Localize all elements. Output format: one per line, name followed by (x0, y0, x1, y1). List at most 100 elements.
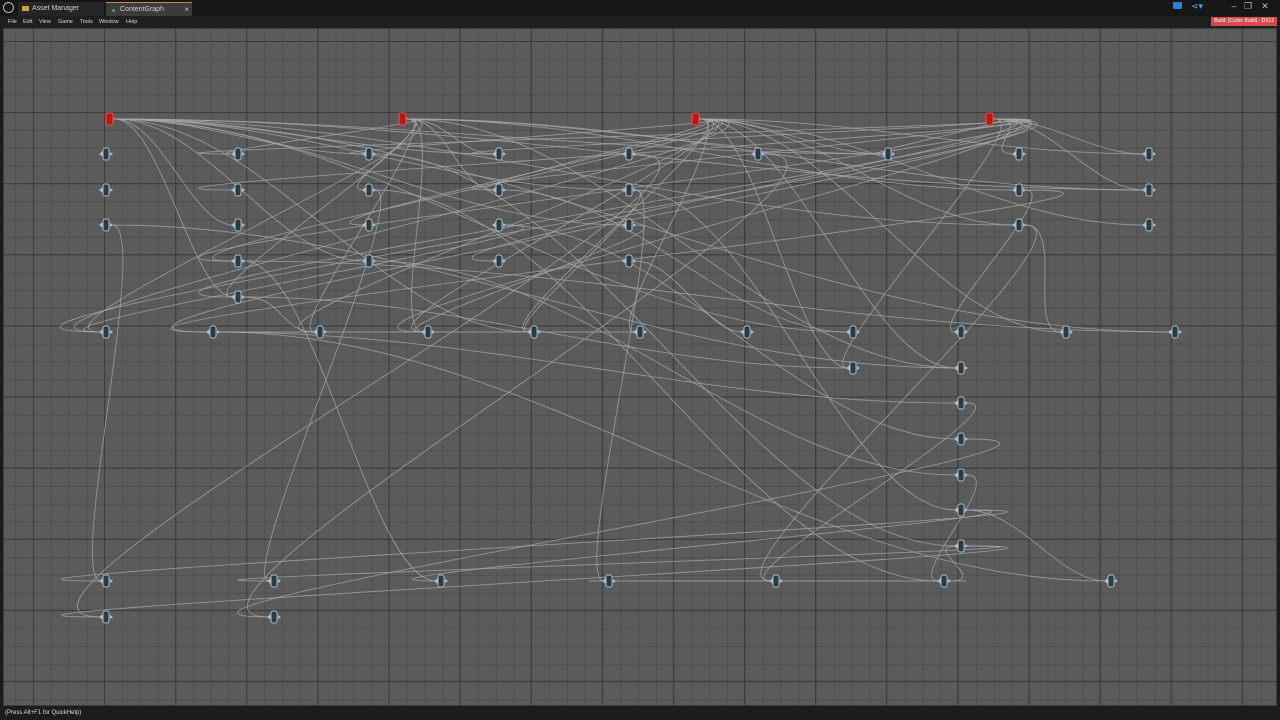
graph-node[interactable] (1142, 147, 1156, 161)
close-window-button[interactable]: ✕ (1258, 0, 1272, 12)
graph-node[interactable] (1012, 218, 1026, 232)
menu-file[interactable]: File (8, 16, 17, 28)
graph-node[interactable] (231, 254, 245, 268)
tab-content-graph[interactable]: ContentGraph × (106, 2, 192, 16)
graph-node[interactable] (492, 254, 506, 268)
graph-node[interactable] (362, 218, 376, 232)
output-pin-icon (1153, 223, 1156, 227)
node-body (495, 147, 503, 161)
graph-node[interactable] (527, 325, 541, 339)
restore-button[interactable]: ❐ (1241, 0, 1255, 12)
input-pin-icon (1059, 329, 1063, 335)
menu-game[interactable]: Game (58, 16, 73, 28)
graph-node[interactable] (1142, 183, 1156, 197)
graph-node[interactable] (206, 325, 220, 339)
graph-node[interactable] (937, 574, 951, 588)
node-body (365, 147, 373, 161)
node-body (234, 290, 242, 304)
node-body (743, 325, 751, 339)
graph-node[interactable] (1059, 325, 1073, 339)
graph-node[interactable] (954, 432, 968, 446)
close-icon[interactable]: × (184, 3, 189, 17)
output-pin-icon (1179, 330, 1182, 334)
node-body (365, 254, 373, 268)
graph-node[interactable] (622, 147, 636, 161)
menu-help[interactable]: Help (126, 16, 137, 28)
graph-node[interactable] (633, 325, 647, 339)
graph-node[interactable] (267, 610, 281, 624)
input-pin-icon (954, 507, 958, 513)
input-pin-icon (99, 614, 103, 620)
input-pin-icon (421, 329, 425, 335)
input-pin-icon (434, 578, 438, 584)
graph-node[interactable] (622, 183, 636, 197)
root-node[interactable] (398, 112, 409, 126)
graph-node[interactable] (231, 218, 245, 232)
input-pin-icon (751, 151, 755, 157)
graph-node[interactable] (1012, 147, 1026, 161)
graph-node[interactable] (99, 183, 113, 197)
menu-window[interactable]: Window (99, 16, 119, 28)
graph-node[interactable] (954, 503, 968, 517)
output-pin-icon (373, 223, 376, 227)
node-body (1015, 218, 1023, 232)
input-pin-icon (231, 294, 235, 300)
output-pin-icon (1023, 152, 1026, 156)
input-pin-icon (492, 222, 496, 228)
output-pin-icon (699, 117, 702, 121)
title-bar: Asset Manager ContentGraph × ⋖▾ – ❐ ✕ (0, 0, 1280, 16)
input-pin-icon (99, 151, 103, 157)
graph-node[interactable] (1104, 574, 1118, 588)
connection-wire (412, 509, 992, 582)
node-body (102, 574, 110, 588)
graph-node[interactable] (313, 325, 327, 339)
output-pin-icon (965, 437, 968, 441)
graph-node[interactable] (954, 361, 968, 375)
graph-node[interactable] (846, 361, 860, 375)
menu-view[interactable]: View (39, 16, 51, 28)
chat-icon[interactable] (1173, 2, 1182, 9)
graph-node[interactable] (954, 396, 968, 410)
graph-node[interactable] (954, 468, 968, 482)
output-pin-icon (278, 615, 281, 619)
input-pin-icon (769, 578, 773, 584)
graph-node[interactable] (99, 574, 113, 588)
output-pin-icon (633, 152, 636, 156)
graph-node[interactable] (751, 147, 765, 161)
minimize-button[interactable]: – (1227, 0, 1241, 12)
graph-node[interactable] (954, 325, 968, 339)
node-body (495, 218, 503, 232)
menu-edit[interactable]: Edit (23, 16, 32, 28)
menu-tools[interactable]: Tools (80, 16, 93, 28)
graph-canvas[interactable] (3, 28, 1277, 706)
graph-node[interactable] (846, 325, 860, 339)
tab-asset-manager[interactable]: Asset Manager (18, 2, 104, 16)
graph-node[interactable] (362, 183, 376, 197)
share-icon[interactable]: ⋖▾ (1191, 1, 1203, 12)
node-body (495, 254, 503, 268)
graph-node[interactable] (231, 183, 245, 197)
graph-node[interactable] (421, 325, 435, 339)
node-body (605, 574, 613, 588)
graph-node[interactable] (740, 325, 754, 339)
connection-wire (114, 118, 1015, 226)
input-pin-icon (267, 578, 271, 584)
build-badge: Build: [Coder Build] - DX12 (1211, 17, 1277, 26)
graph-node[interactable] (99, 325, 113, 339)
input-pin-icon (1104, 578, 1108, 584)
graph-node[interactable] (1012, 183, 1026, 197)
output-pin-icon (242, 295, 245, 299)
root-node[interactable] (691, 112, 702, 126)
graph-node[interactable] (1142, 218, 1156, 232)
root-node[interactable] (105, 112, 116, 126)
graph-node[interactable] (434, 574, 448, 588)
graph-node[interactable] (1168, 325, 1182, 339)
graph-node[interactable] (99, 610, 113, 624)
graph-node[interactable] (622, 218, 636, 232)
node-body (102, 610, 110, 624)
node-body (270, 574, 278, 588)
connection-wire (237, 438, 1001, 618)
graph-node[interactable] (99, 218, 113, 232)
graph-node[interactable] (99, 147, 113, 161)
graph-node[interactable] (769, 574, 783, 588)
